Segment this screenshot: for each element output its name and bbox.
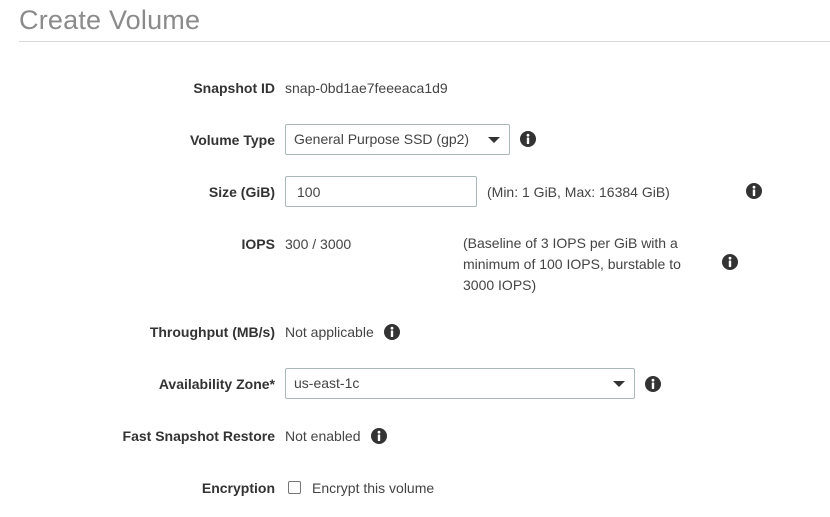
chevron-down-icon [613, 381, 625, 387]
page-title: Create Volume [19, 5, 201, 35]
iops-hint: (Baseline of 3 IOPS per GiB with a minim… [463, 233, 681, 296]
snapshot-id-value: snap-0bd1ae7feeeaca1d9 [285, 80, 448, 96]
info-icon[interactable] [645, 376, 661, 392]
throughput-value: Not applicable [285, 324, 374, 340]
availability-zone-select[interactable]: us-east-1c [285, 368, 635, 399]
throughput-label: Throughput (MB/s) [149, 324, 275, 340]
size-hint: (Min: 1 GiB, Max: 16384 GiB) [487, 184, 670, 200]
size-label: Size (GiB) [208, 184, 275, 200]
iops-hint-line: minimum of 100 IOPS, burstable to [463, 256, 681, 272]
info-icon[interactable] [746, 183, 762, 199]
iops-value: 300 / 3000 [285, 236, 352, 252]
encrypt-volume-checkbox[interactable] [288, 481, 301, 494]
iops-hint-line: 3000 IOPS) [463, 277, 537, 293]
availability-zone-selected: us-east-1c [294, 375, 360, 391]
fast-snapshot-restore-label: Fast Snapshot Restore [122, 428, 275, 444]
info-icon[interactable] [371, 428, 387, 444]
info-icon[interactable] [722, 254, 738, 270]
chevron-down-icon [488, 137, 500, 143]
volume-type-select[interactable]: General Purpose SSD (gp2) [285, 124, 510, 155]
fast-snapshot-restore-value: Not enabled [285, 428, 361, 444]
volume-type-label: Volume Type [189, 132, 275, 148]
create-volume-page: Create Volume Snapshot ID snap-0bd1ae7fe… [0, 0, 830, 517]
snapshot-id-label: Snapshot ID [193, 80, 275, 96]
encrypt-volume-checkbox-label[interactable]: Encrypt this volume [312, 480, 434, 496]
title-divider [19, 41, 830, 42]
encryption-label: Encryption [201, 480, 275, 496]
availability-zone-label: Availability Zone* [158, 376, 275, 392]
size-input[interactable] [285, 176, 477, 207]
iops-hint-line: (Baseline of 3 IOPS per GiB with a [463, 235, 678, 251]
iops-label: IOPS [241, 236, 275, 252]
volume-type-selected: General Purpose SSD (gp2) [294, 131, 470, 147]
info-icon[interactable] [384, 324, 400, 340]
info-icon[interactable] [520, 131, 536, 147]
